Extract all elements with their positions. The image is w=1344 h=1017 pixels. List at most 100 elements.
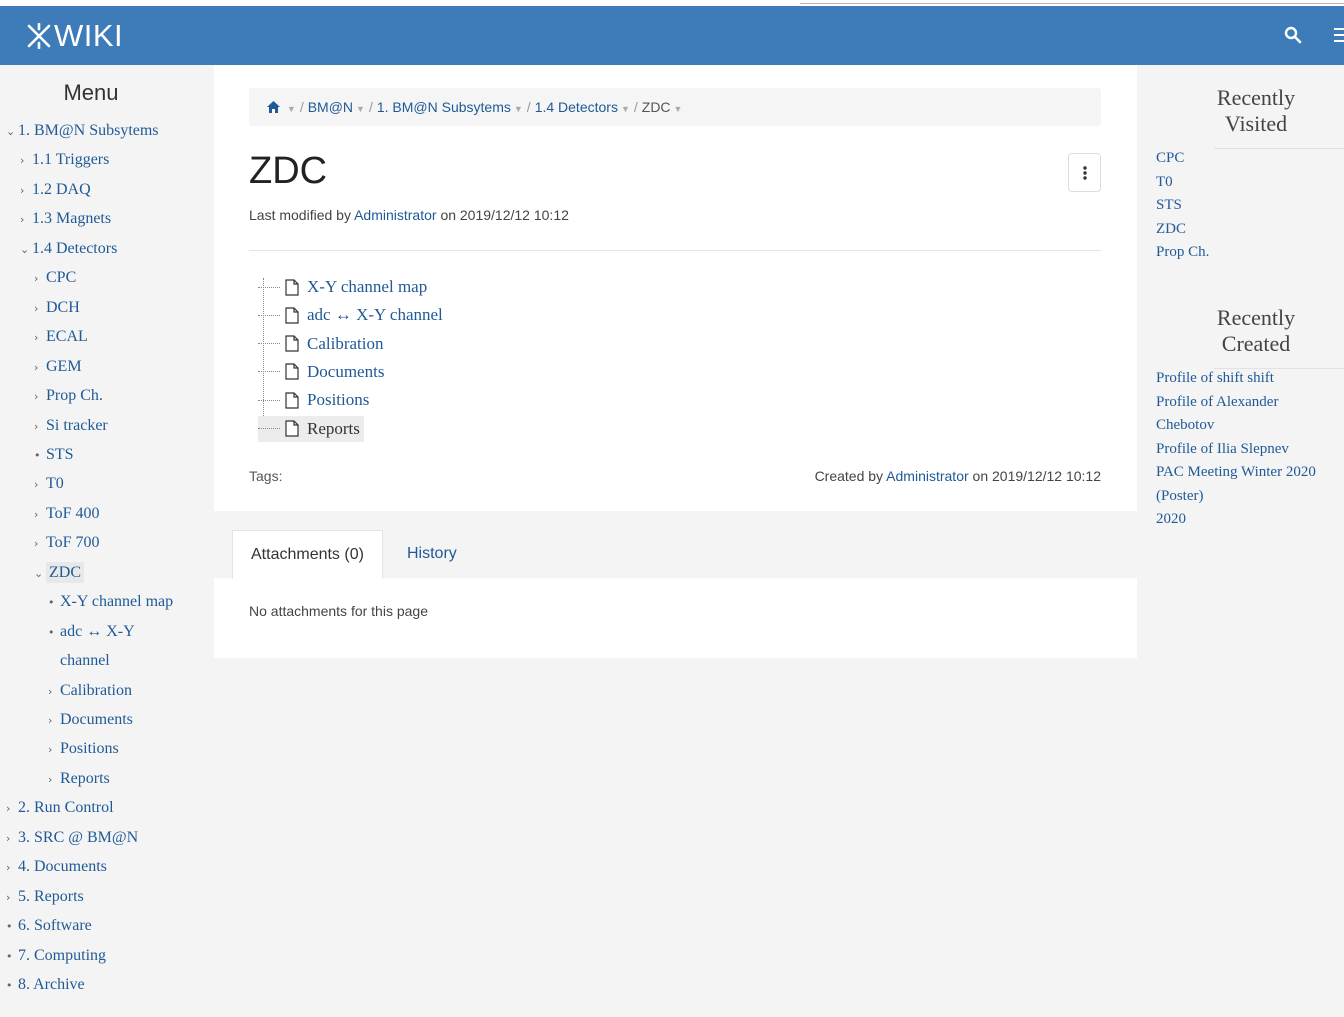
chevron-down-icon[interactable]: ▼ <box>674 104 683 114</box>
xwiki-logo[interactable]: WIKI <box>26 20 123 52</box>
chevron-down-icon[interactable]: ▼ <box>514 104 523 114</box>
child-page-item[interactable]: Reports <box>258 415 364 442</box>
sidebar-item[interactable]: ⌄ ZDC <box>34 559 84 587</box>
chevron-right-icon: › <box>34 537 39 551</box>
sidebar-item-label: 2. Run Control <box>18 799 114 817</box>
breadcrumb-item[interactable]: 1.4 Detectors <box>535 99 618 115</box>
sidebar-item-label: 4. Documents <box>18 858 107 876</box>
sidebar-item-label: ZDC <box>46 561 84 583</box>
sidebar-item[interactable]: • X-Y channel map <box>48 588 173 616</box>
recently-created-title: Recently Created <box>1216 305 1296 356</box>
recent-link[interactable]: Chebotov <box>1156 414 1316 438</box>
tags-label: Tags: <box>249 468 283 484</box>
breadcrumb: ▼ / BM@N ▼/1. BM@N Subsytems ▼/1.4 Detectors… <box>249 88 1101 126</box>
child-page-item[interactable]: adc ↔ X-Y channel <box>258 302 443 328</box>
sidebar-item-label: 6. Software <box>18 917 92 935</box>
sidebar-item[interactable]: › T0 <box>34 470 64 498</box>
author-link[interactable]: Administrator <box>354 207 436 223</box>
sidebar-item[interactable]: • 6. Software <box>6 912 92 940</box>
recent-link[interactable]: (Poster) <box>1156 485 1316 509</box>
sidebar-item[interactable]: › Reports <box>48 765 110 793</box>
recent-link[interactable]: Profile of Alexander <box>1156 391 1316 415</box>
sidebar-item[interactable]: • STS <box>34 441 74 469</box>
sidebar-item-label: channel <box>60 652 110 670</box>
breadcrumb-item[interactable]: 1. BM@N Subsytems <box>377 99 511 115</box>
sidebar-item[interactable]: › GEM <box>34 353 82 381</box>
sidebar-item[interactable]: channel <box>60 647 110 675</box>
sidebar-item[interactable]: › 1.1 Triggers <box>20 146 109 174</box>
recent-link[interactable]: Prop Ch. <box>1156 241 1209 265</box>
chevron-down-icon: ⌄ <box>6 125 16 138</box>
search-icon[interactable] <box>1284 26 1304 46</box>
bullet-icon: • <box>48 596 55 610</box>
sidebar-item[interactable]: › DCH <box>34 294 80 322</box>
child-page-item[interactable]: Positions <box>258 387 369 413</box>
recent-link[interactable]: CPC <box>1156 147 1209 171</box>
recent-link[interactable]: ZDC <box>1156 218 1209 242</box>
sidebar-item[interactable]: › Si tracker <box>34 412 108 440</box>
chevron-right-icon: › <box>34 272 39 286</box>
top-strip-line <box>800 3 1344 4</box>
logo-text: WIKI <box>54 18 124 53</box>
recent-link[interactable]: T0 <box>1156 171 1209 195</box>
sidebar-item[interactable]: › Documents <box>48 706 133 734</box>
chevron-down-icon[interactable]: ▼ <box>621 104 630 114</box>
breadcrumb-item[interactable]: BM@N <box>308 99 353 115</box>
hamburger-menu-icon[interactable] <box>1334 28 1344 42</box>
document-icon <box>285 363 299 380</box>
sidebar-item-label: T0 <box>46 475 64 493</box>
chevron-right-icon: › <box>34 390 39 404</box>
recent-link[interactable]: STS <box>1156 194 1209 218</box>
document-icon <box>285 307 299 324</box>
sidebar-item-label: Si tracker <box>46 416 108 434</box>
sidebar-item[interactable]: › ToF 700 <box>34 529 100 557</box>
sidebar-item[interactable]: › ECAL <box>34 323 88 351</box>
chevron-right-icon: › <box>48 743 53 757</box>
sidebar-item[interactable]: › Calibration <box>48 677 132 705</box>
sidebar-item-label: 7. Computing <box>18 946 107 964</box>
bullet-icon: • <box>6 949 13 963</box>
chevron-down-icon: ⌄ <box>34 566 44 580</box>
sidebar-item[interactable]: • adc ↔ X-Y <box>48 618 135 646</box>
chevron-right-icon: › <box>20 154 25 168</box>
child-page-label: X-Y channel map <box>307 277 428 296</box>
sidebar-item[interactable]: › CPC <box>34 264 76 292</box>
sidebar-item[interactable]: • 7. Computing <box>6 942 106 970</box>
recent-link[interactable]: PAC Meeting Winter 2020 <box>1156 461 1316 485</box>
child-page-item[interactable]: Documents <box>258 359 384 385</box>
recently-visited-list: CPC T0 STS ZDC Prop Ch. <box>1156 147 1209 265</box>
child-page-item[interactable]: Calibration <box>258 331 383 357</box>
author-link[interactable]: Administrator <box>886 468 968 484</box>
sidebar-item[interactable]: › ToF 400 <box>34 500 100 528</box>
tab-history[interactable]: History <box>389 530 475 579</box>
sidebar-item[interactable]: › 5. Reports <box>6 883 84 911</box>
chevron-down-icon[interactable]: ▼ <box>287 104 296 114</box>
divider <box>249 250 1101 251</box>
sidebar-item-label: STS <box>46 445 74 463</box>
sidebar-item[interactable]: › Prop Ch. <box>34 382 103 410</box>
sidebar-item[interactable]: › 1.3 Magnets <box>20 205 111 233</box>
recent-link[interactable]: Profile of shift shift <box>1156 367 1316 391</box>
recent-link[interactable]: 2020 <box>1156 508 1316 532</box>
chevron-down-icon[interactable]: ▼ <box>356 104 365 114</box>
chevron-right-icon: › <box>34 507 39 521</box>
sidebar-item[interactable]: › 3. SRC @ BM@N <box>6 824 138 852</box>
sidebar-item[interactable]: • 8. Archive <box>6 971 85 999</box>
sidebar-item[interactable]: ⌄ 1. BM@N Subsytems <box>6 117 159 145</box>
sidebar-item[interactable]: › Positions <box>48 735 119 763</box>
sidebar-item[interactable]: ⌄ 1.4 Detectors <box>20 235 117 263</box>
recent-link[interactable]: Profile of Ilia Slepnev <box>1156 438 1316 462</box>
last-modified-date: on 2019/12/12 10:12 <box>440 207 569 223</box>
tab-attachments[interactable]: Attachments (0) <box>232 530 383 579</box>
chevron-right-icon: › <box>6 861 11 875</box>
sidebar-item[interactable]: › 4. Documents <box>6 853 107 881</box>
sidebar-item[interactable]: › 1.2 DAQ <box>20 176 91 204</box>
child-page-item[interactable]: X-Y channel map <box>258 274 427 300</box>
more-actions-button[interactable] <box>1068 153 1101 192</box>
chevron-right-icon: › <box>48 684 53 698</box>
sidebar-item-label: 1.2 DAQ <box>32 180 91 198</box>
sidebar-item-label: 1.1 Triggers <box>32 151 110 169</box>
bullet-icon: • <box>6 979 13 993</box>
sidebar-item[interactable]: › 2. Run Control <box>6 794 114 822</box>
home-icon[interactable] <box>267 99 284 115</box>
